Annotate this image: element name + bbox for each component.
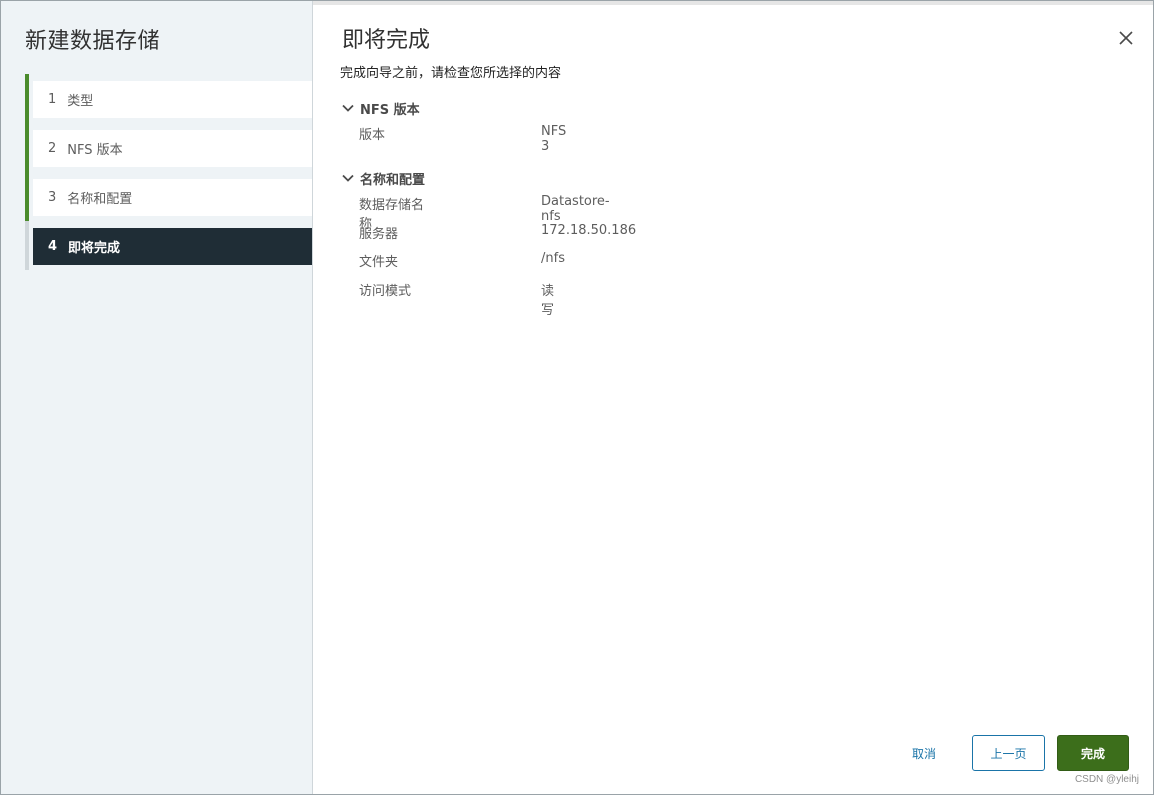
section-header-label: 名称和配置 [360,172,426,188]
step-box[interactable]: 1 类型 [33,81,312,118]
row-value: 读写 [541,283,555,318]
step-rail [25,123,29,172]
wizard-title: 新建数据存储 [25,29,161,54]
step-label: NFS 版本 [67,143,123,158]
section-name-and-config: 名称和配置 数据存储名称 Datastore-nfs 服务器 172.18.50… [341,168,636,318]
watermark: CSDN @yleihj [1074,774,1139,785]
wizard-sidebar: 新建数据存储 1 类型 2 NFS 版本 3 名称和配置 4 即将完成 [1,1,313,794]
section-header[interactable]: 名称和配置 [341,168,425,188]
page-subtitle: 完成向导之前，请检查您所选择的内容 [340,66,562,81]
close-button[interactable] [1117,29,1135,47]
row-key: 服务器 [359,226,399,242]
row-key: 文件夹 [359,255,399,270]
new-datastore-dialog: 新建数据存储 1 类型 2 NFS 版本 3 名称和配置 4 即将完成 即将完成… [0,0,1154,795]
step-label: 即将完成 [68,241,121,256]
step-type[interactable]: 1 类型 [25,74,312,123]
cancel-button[interactable]: 取消 [898,735,950,771]
row-key: 版本 [359,128,386,143]
step-box[interactable]: 2 NFS 版本 [33,130,312,167]
step-number: 2 [48,141,57,156]
close-icon [1119,31,1133,45]
chevron-down-icon[interactable] [341,101,355,115]
step-rail [25,221,29,270]
summary-row: 文件夹 /nfs [341,245,565,274]
step-rail [25,172,29,221]
summary-row: 访问模式 读写 [341,274,554,318]
step-box[interactable]: 3 名称和配置 [33,179,312,216]
row-key: 访问模式 [359,283,412,299]
step-ready-to-complete[interactable]: 4 即将完成 [25,221,312,270]
section-header-label: NFS 版本 [360,102,420,118]
summary-row: 数据存储名称 Datastore-nfs [341,188,610,232]
row-value: NFS 3 [541,124,567,154]
step-label: 类型 [67,94,94,109]
wizard-content: 即将完成 完成向导之前，请检查您所选择的内容 NFS 版本 版本 NFS 3 名… [313,1,1153,794]
page-title: 即将完成 [342,28,431,53]
step-number: 3 [48,190,57,205]
wizard-steps: 1 类型 2 NFS 版本 3 名称和配置 4 即将完成 [25,74,312,270]
row-value: 172.18.50.186 [541,222,637,238]
finish-button[interactable]: 完成 [1057,735,1129,771]
step-number: 1 [48,92,57,107]
step-name-and-config[interactable]: 3 名称和配置 [25,172,312,221]
row-value: /nfs [541,251,565,266]
step-box-active[interactable]: 4 即将完成 [33,228,312,265]
section-nfs-version: NFS 版本 版本 NFS 3 [341,98,566,154]
step-label: 名称和配置 [67,192,133,207]
step-number: 4 [48,239,58,254]
step-nfs-version[interactable]: 2 NFS 版本 [25,123,312,172]
row-value: Datastore-nfs [541,194,610,224]
summary-row: 服务器 172.18.50.186 [341,217,636,246]
back-button[interactable]: 上一页 [972,735,1045,771]
chevron-down-icon[interactable] [341,171,355,185]
summary-row: 版本 NFS 3 [341,118,566,154]
step-rail [25,74,29,123]
section-header[interactable]: NFS 版本 [341,98,420,118]
